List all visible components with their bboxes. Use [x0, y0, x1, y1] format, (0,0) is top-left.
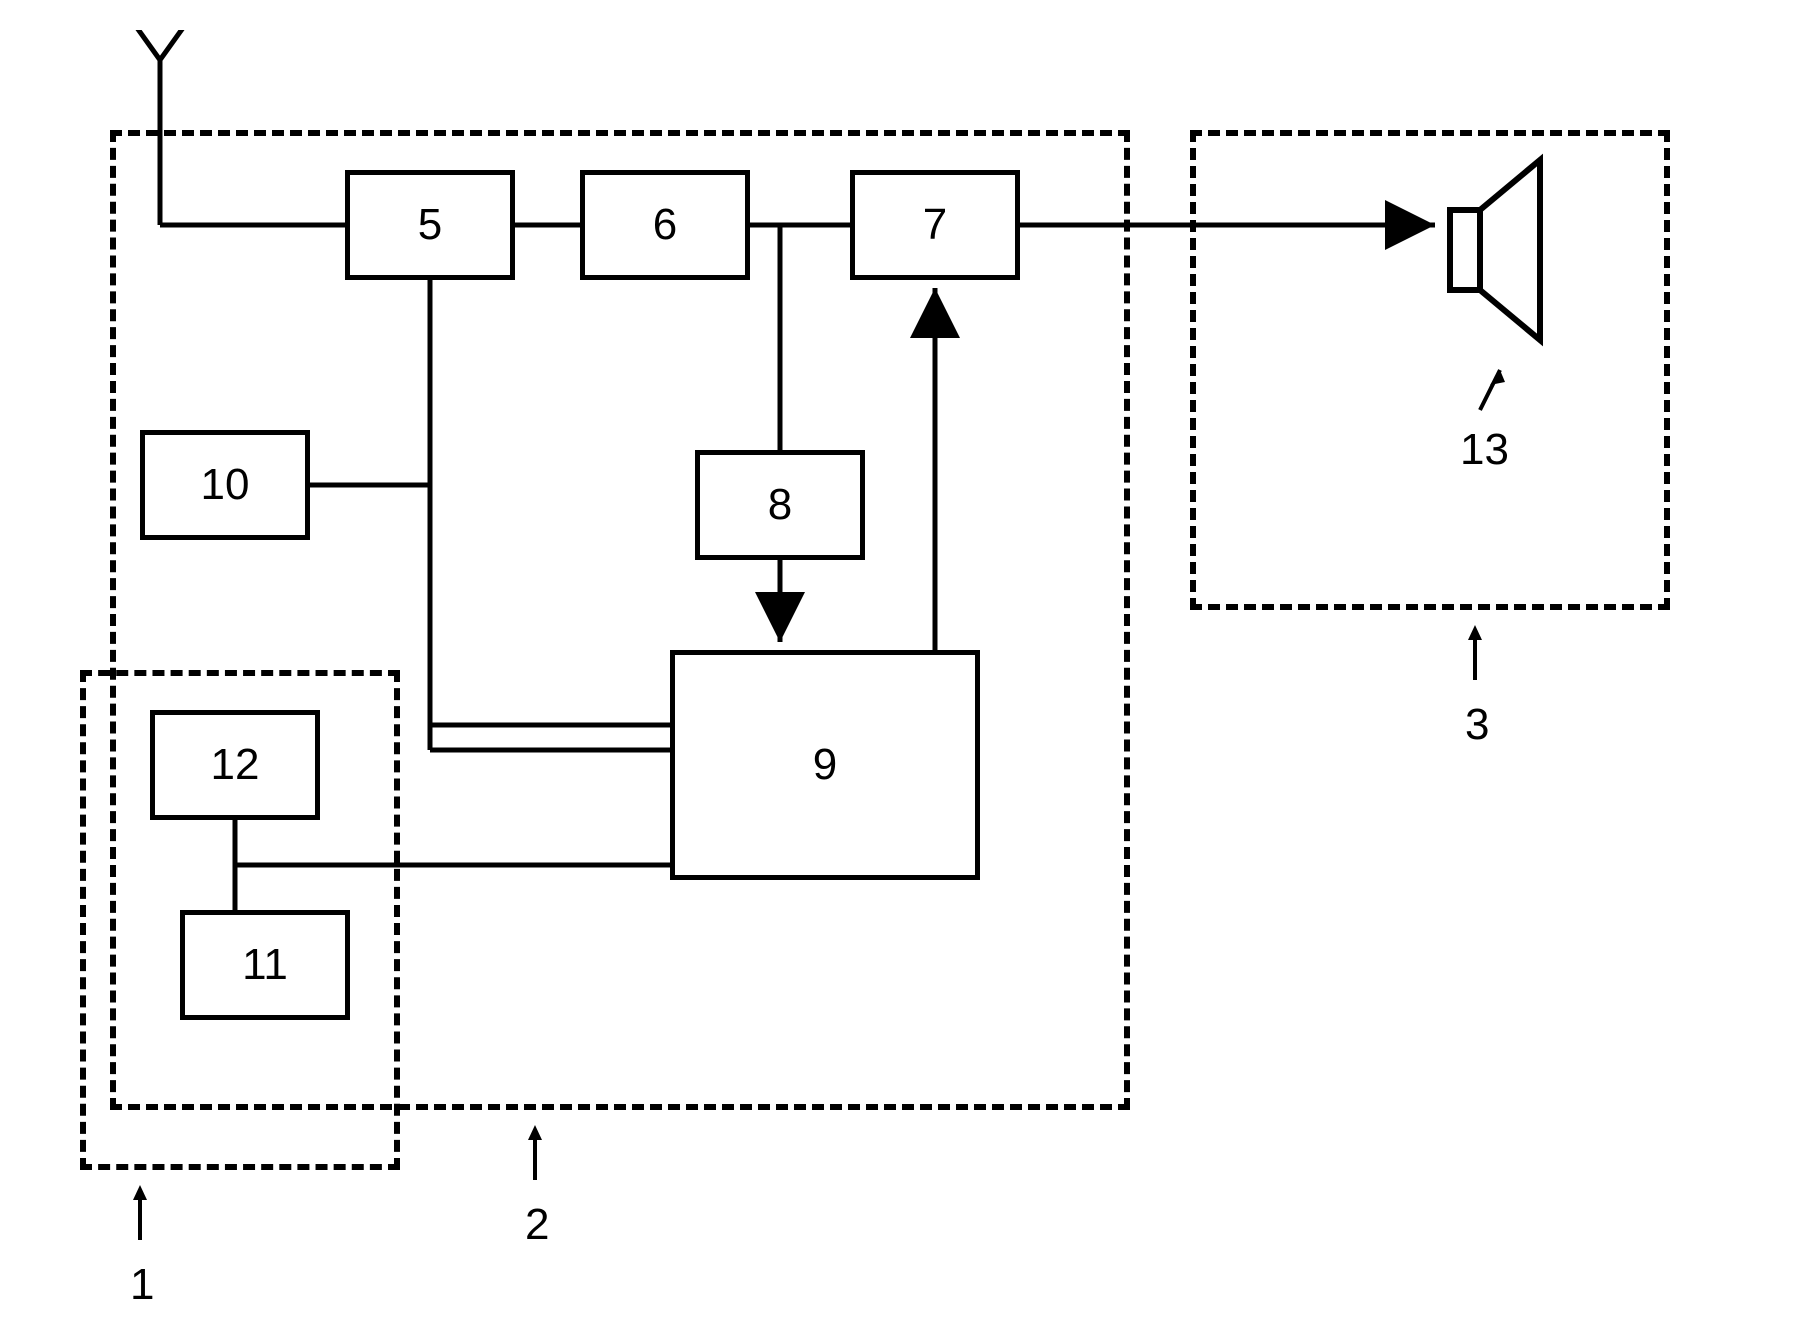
label-13: 13	[1460, 425, 1509, 475]
block-10: 10	[140, 430, 310, 540]
block-8: 8	[695, 450, 865, 560]
block-5-label: 5	[418, 200, 442, 250]
block-12-label: 12	[211, 740, 260, 790]
block-5: 5	[345, 170, 515, 280]
block-6: 6	[580, 170, 750, 280]
block-diagram: 5 6 7 8 9 10 12 11	[80, 30, 1740, 1290]
pointer-3	[1468, 625, 1482, 680]
block-6-label: 6	[653, 200, 677, 250]
block-11-label: 11	[242, 940, 288, 990]
region-3	[1190, 130, 1670, 610]
block-12: 12	[150, 710, 320, 820]
block-9: 9	[670, 650, 980, 880]
block-7-label: 7	[923, 200, 947, 250]
block-11: 11	[180, 910, 350, 1020]
label-2: 2	[525, 1200, 549, 1250]
pointer-2	[528, 1125, 542, 1180]
label-3: 3	[1465, 700, 1489, 750]
label-1: 1	[130, 1260, 154, 1310]
block-9-label: 9	[813, 740, 837, 790]
block-10-label: 10	[201, 460, 250, 510]
pointer-1	[133, 1185, 147, 1240]
block-7: 7	[850, 170, 1020, 280]
block-8-label: 8	[768, 480, 792, 530]
